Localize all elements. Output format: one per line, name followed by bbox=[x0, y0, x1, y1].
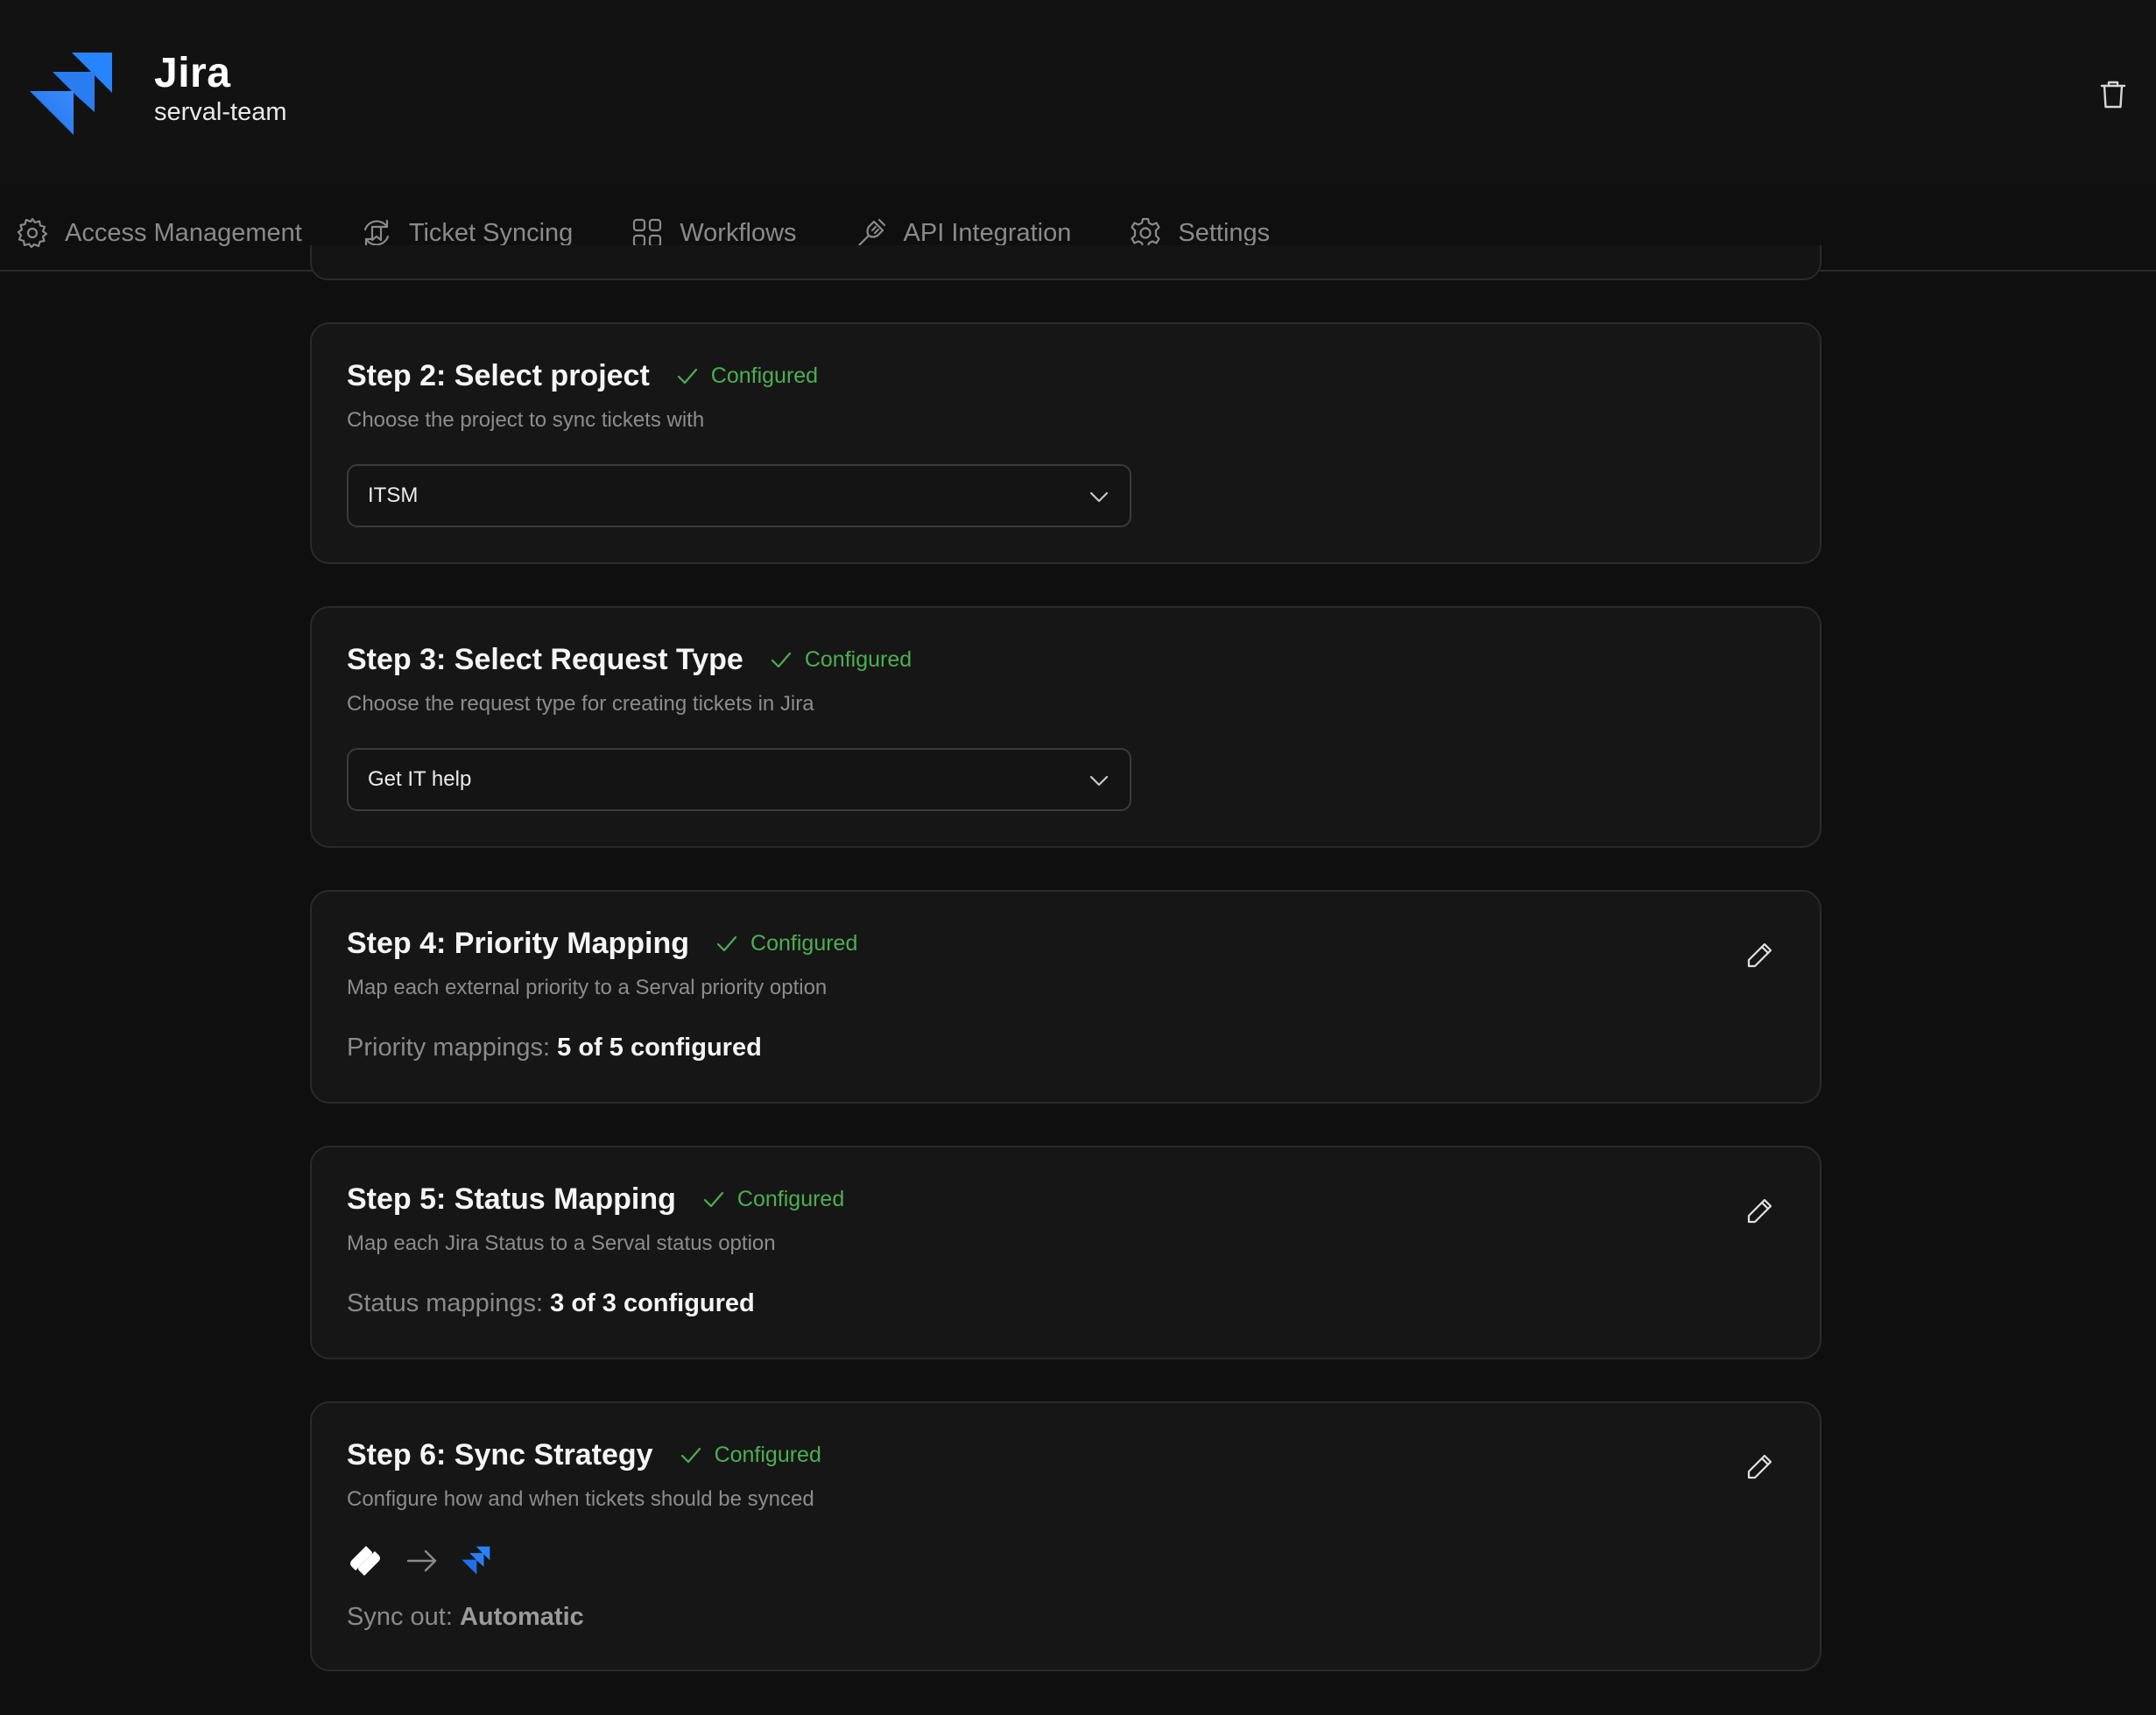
edit-button[interactable] bbox=[1743, 1193, 1778, 1228]
step-title: Step 2: Select project bbox=[347, 359, 650, 392]
step-description: Choose the project to sync tickets with bbox=[347, 408, 705, 432]
arrow-right-icon bbox=[406, 1549, 437, 1572]
tab-label: Settings bbox=[1178, 218, 1271, 247]
mapping-count: 3 of 3 configured bbox=[550, 1289, 755, 1317]
select-value: Get IT help bbox=[368, 767, 472, 791]
status-badge: Configured bbox=[702, 1187, 844, 1212]
check-icon bbox=[680, 1447, 701, 1463]
step-card-partial bbox=[310, 245, 1821, 280]
step-description: Choose the request type for creating tic… bbox=[347, 692, 814, 716]
step-card-request-type: Step 3: Select Request Type Configured C… bbox=[310, 606, 1821, 848]
status-badge: Configured bbox=[676, 363, 818, 389]
step-title: Step 6: Sync Strategy bbox=[347, 1438, 653, 1472]
project-select[interactable]: ITSM bbox=[347, 464, 1131, 527]
delete-button[interactable] bbox=[2096, 77, 2130, 112]
sync-out-value: Automatic bbox=[459, 1603, 584, 1631]
chevron-down-icon bbox=[1089, 491, 1109, 503]
step-card-select-project: Step 2: Select project Configured Choose… bbox=[310, 322, 1821, 564]
mapping-count: 5 of 5 configured bbox=[557, 1034, 762, 1062]
tab-label: Workflows bbox=[680, 218, 797, 247]
jira-logo bbox=[30, 53, 112, 135]
trash-icon bbox=[2100, 81, 2126, 109]
jira-small-icon bbox=[461, 1546, 490, 1575]
priority-mapping-summary: Priority mappings: 5 of 5 configured bbox=[347, 1034, 762, 1062]
step-title: Step 4: Priority Mapping bbox=[347, 927, 690, 960]
step-card-status-mapping: Step 5: Status Mapping Configured Map ea… bbox=[310, 1146, 1821, 1359]
select-value: ITSM bbox=[368, 483, 419, 507]
app-header: Jira serval-team bbox=[0, 0, 2156, 184]
status-badge: Configured bbox=[680, 1443, 821, 1468]
edit-button[interactable] bbox=[1743, 1449, 1778, 1484]
step-description: Map each external priority to a Serval p… bbox=[347, 976, 828, 999]
check-icon bbox=[716, 935, 737, 951]
pencil-icon bbox=[1747, 1454, 1772, 1479]
serval-logo-icon bbox=[350, 1546, 380, 1576]
sync-out-summary: Sync out: Automatic bbox=[347, 1603, 584, 1631]
request-type-select[interactable]: Get IT help bbox=[347, 748, 1131, 811]
step-title: Step 5: Status Mapping bbox=[347, 1182, 676, 1216]
pencil-icon bbox=[1747, 1198, 1772, 1224]
step-card-sync-strategy: Step 6: Sync Strategy Configured Configu… bbox=[310, 1401, 1821, 1671]
tab-label: Ticket Syncing bbox=[408, 218, 574, 247]
edit-button[interactable] bbox=[1743, 937, 1778, 972]
check-icon bbox=[677, 368, 697, 384]
check-icon bbox=[703, 1191, 724, 1207]
app-title: Jira bbox=[154, 50, 231, 96]
chevron-down-icon bbox=[1089, 775, 1109, 787]
check-icon bbox=[771, 652, 791, 667]
sync-direction bbox=[347, 1543, 490, 1578]
tab-access-management[interactable]: Access Management bbox=[16, 205, 302, 261]
status-badge: Configured bbox=[770, 647, 912, 673]
tab-label: API Integration bbox=[903, 218, 1072, 247]
pencil-icon bbox=[1747, 942, 1772, 968]
step-description: Map each Jira Status to a Serval status … bbox=[347, 1232, 776, 1255]
step-title: Step 3: Select Request Type bbox=[347, 643, 743, 676]
status-badge: Configured bbox=[715, 931, 857, 956]
status-mapping-summary: Status mappings: 3 of 3 configured bbox=[347, 1289, 755, 1317]
workspace-name: serval-team bbox=[154, 98, 287, 126]
tab-label: Access Management bbox=[65, 218, 302, 247]
step-card-priority-mapping: Step 4: Priority Mapping Configured Map … bbox=[310, 890, 1821, 1104]
access-gear-icon bbox=[17, 217, 48, 249]
step-description: Configure how and when tickets should be… bbox=[347, 1487, 814, 1511]
